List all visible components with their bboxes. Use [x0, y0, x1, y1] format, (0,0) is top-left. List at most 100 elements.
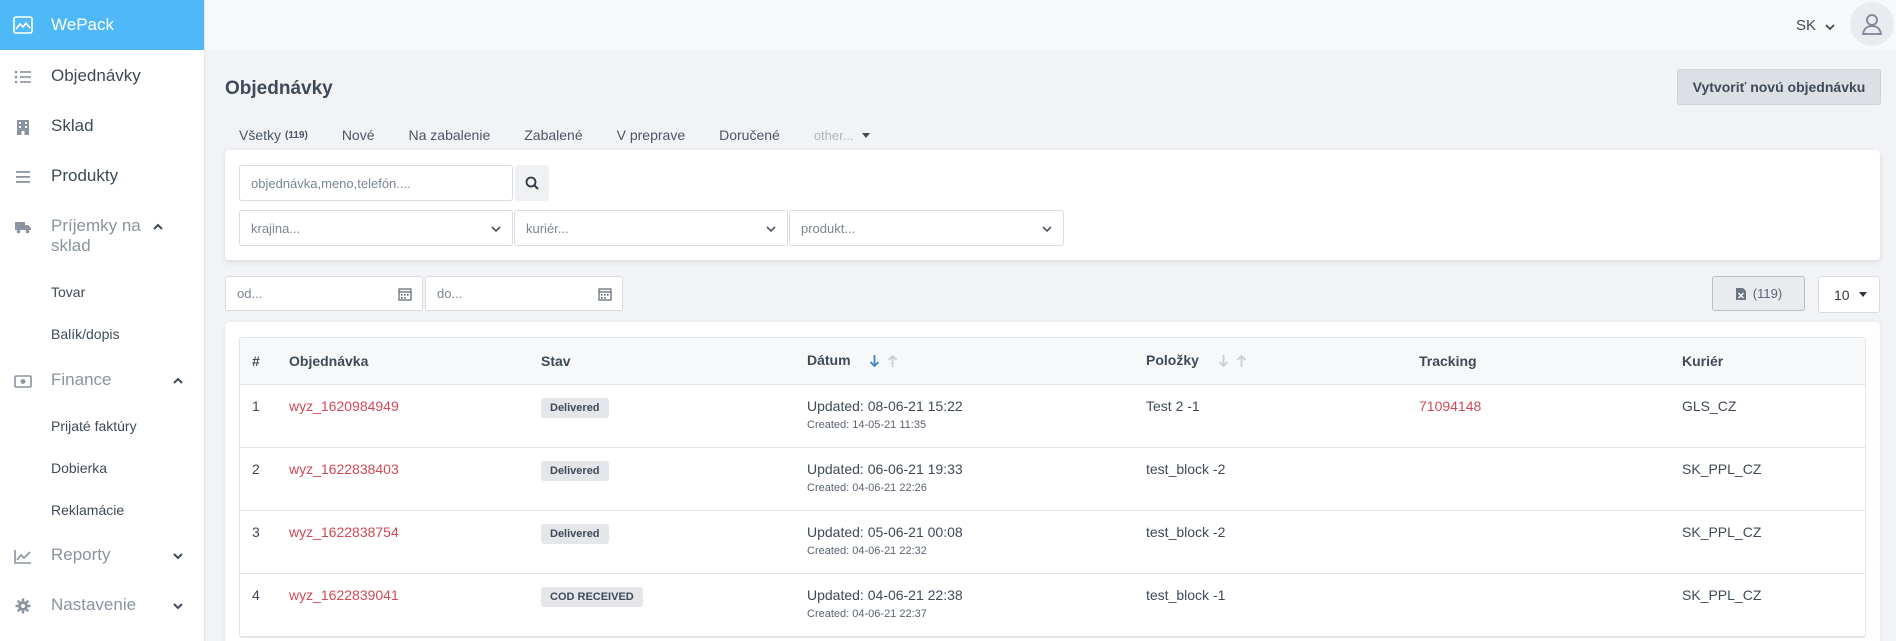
table-row[interactable]: 4 wyz_1622839041 COD RECEIVED Updated: 0… [240, 573, 1865, 636]
order-link[interactable]: wyz_1620984949 [289, 398, 399, 414]
tab-to-pack[interactable]: Na zabalenie [409, 127, 491, 143]
chevron-up-icon[interactable] [151, 219, 165, 233]
row-num: 4 [252, 586, 260, 603]
brand-bar[interactable]: WePack [0, 0, 204, 50]
language-selector[interactable]: SK [1796, 17, 1836, 34]
tab-other-dropdown[interactable]: other... [814, 128, 870, 143]
chevron-down-icon[interactable] [171, 598, 185, 612]
truck-icon [12, 216, 34, 238]
tab-all[interactable]: Všetky (119) [239, 127, 308, 143]
country-select[interactable]: krajina... [239, 210, 513, 246]
tab-packed[interactable]: Zabalené [524, 127, 582, 143]
sidebar-item-orders[interactable]: Objednávky [0, 66, 205, 88]
product-placeholder: produkt... [801, 220, 856, 236]
file-excel-icon [1735, 287, 1747, 301]
tab-label: Na zabalenie [408, 127, 491, 143]
chevron-down-icon [1824, 20, 1836, 32]
courier-cell: GLS_CZ [1682, 397, 1737, 414]
page-title: Objednávky [225, 78, 333, 99]
header-date-label: Dátum [807, 352, 851, 369]
search-button[interactable] [515, 165, 549, 201]
sort-toggle[interactable] [1217, 353, 1248, 369]
calendar-icon[interactable] [598, 287, 612, 301]
header-status[interactable]: Stav [529, 338, 795, 385]
sidebar-item-warehouse[interactable]: Sklad [0, 116, 205, 138]
table-row[interactable]: 1 wyz_1620984949 Delivered Updated: 08-0… [240, 384, 1865, 447]
sidebar-item-label: Sklad [51, 116, 94, 135]
sidebar-item-products[interactable]: Produkty [0, 166, 205, 188]
per-page-select[interactable]: 10 [1818, 276, 1880, 313]
order-link[interactable]: wyz_1622838754 [289, 524, 399, 540]
order-link[interactable]: wyz_1622838403 [289, 461, 399, 477]
table-row[interactable]: 3 wyz_1622838754 Delivered Updated: 05-0… [240, 510, 1865, 573]
tab-in-transit[interactable]: V preprave [617, 127, 685, 143]
sidebar-subitem-cod[interactable]: Dobierka [0, 460, 107, 476]
items-cell: Test 2 -1 [1146, 397, 1200, 414]
sidebar-item-label: Príjemky na sklad [51, 216, 141, 255]
tab-label: Všetky [239, 127, 282, 143]
chevron-up-icon[interactable] [171, 373, 185, 387]
sidebar-item-settings[interactable]: Nastavenie [0, 595, 205, 617]
sidebar-item-label: Finance [51, 370, 112, 389]
status-badge: Delivered [541, 460, 609, 481]
export-button[interactable]: (119) [1712, 276, 1805, 311]
sidebar-subitem-parcel[interactable]: Balík/dopis [0, 326, 119, 342]
sort-toggle[interactable] [868, 353, 899, 369]
brand-name: WePack [51, 15, 114, 34]
tab-label: Nové [341, 127, 375, 143]
country-placeholder: krajina... [251, 220, 301, 236]
search-input[interactable]: objednávka,meno,telefón.... [239, 165, 513, 201]
header-order[interactable]: Objednávka [277, 338, 529, 385]
sidebar-subitem-complaints[interactable]: Reklamácie [0, 502, 124, 518]
date-from-input[interactable]: od... [225, 276, 423, 311]
user-icon [1861, 14, 1883, 35]
created-label: Created: [807, 418, 850, 431]
header-courier: Kuriér [1670, 338, 1865, 385]
created-date: Created: 04-06-21 22:26 [807, 482, 1134, 494]
per-page-value: 10 [1834, 286, 1850, 303]
product-select[interactable]: produkt... [789, 210, 1064, 246]
courier-placeholder: kuriér... [526, 220, 569, 236]
user-avatar[interactable] [1850, 2, 1894, 46]
created-date: Created: 14-05-21 11:35 [807, 419, 1134, 431]
tab-new[interactable]: Nové [342, 127, 375, 143]
header-tracking: Tracking [1407, 338, 1670, 385]
sidebar-subitem-invoices[interactable]: Prijaté faktúry [0, 418, 137, 434]
created-label: Created: [807, 607, 850, 620]
calendar-icon[interactable] [398, 287, 412, 301]
created-value: 04-06-21 22:37 [852, 607, 927, 620]
date-to-input[interactable]: do... [425, 276, 623, 311]
sidebar-item-reports[interactable]: Reporty [0, 545, 205, 567]
building-icon [12, 116, 34, 138]
table-row[interactable]: 2 wyz_1622838403 Delivered Updated: 06-0… [240, 447, 1865, 510]
sidebar-item-receipts[interactable]: Príjemky na sklad [0, 216, 205, 256]
header-num: # [240, 338, 277, 385]
date-to-placeholder: do... [437, 286, 463, 301]
row-num: 1 [252, 397, 260, 414]
create-order-button[interactable]: Vytvoriť novú objednávku [1677, 69, 1881, 105]
header-date[interactable]: Dátum [795, 338, 1134, 385]
tab-delivered[interactable]: Doručené [719, 127, 780, 143]
orders-table: # Objednávka Stav Dátum Položky Tracking… [240, 338, 1865, 637]
header-items-label: Položky [1146, 352, 1199, 369]
caret-down-icon [861, 132, 870, 138]
created-label: Created: [807, 544, 850, 557]
table-header-row: # Objednávka Stav Dátum Položky Tracking… [240, 338, 1865, 385]
items-cell: test_block -2 [1146, 523, 1226, 540]
gear-icon [12, 595, 34, 617]
chart-line-icon [12, 545, 34, 567]
chevron-down-icon[interactable] [171, 548, 185, 562]
sidebar-subitem-goods[interactable]: Tovar [0, 284, 85, 300]
search-icon [525, 176, 539, 190]
tracking-link[interactable]: 71094148 [1419, 398, 1481, 414]
status-badge: Delivered [541, 397, 609, 418]
header-items[interactable]: Položky [1134, 338, 1407, 385]
tab-label: Doručené [719, 127, 780, 143]
created-label: Created: [807, 481, 850, 494]
sidebar-item-label: Reporty [51, 545, 111, 564]
order-link[interactable]: wyz_1622839041 [289, 587, 399, 603]
sidebar-item-finance[interactable]: Finance [0, 370, 205, 392]
sidebar-item-label: Objednávky [51, 66, 141, 85]
sort-desc-icon [870, 355, 880, 368]
courier-select[interactable]: kuriér... [514, 210, 788, 246]
